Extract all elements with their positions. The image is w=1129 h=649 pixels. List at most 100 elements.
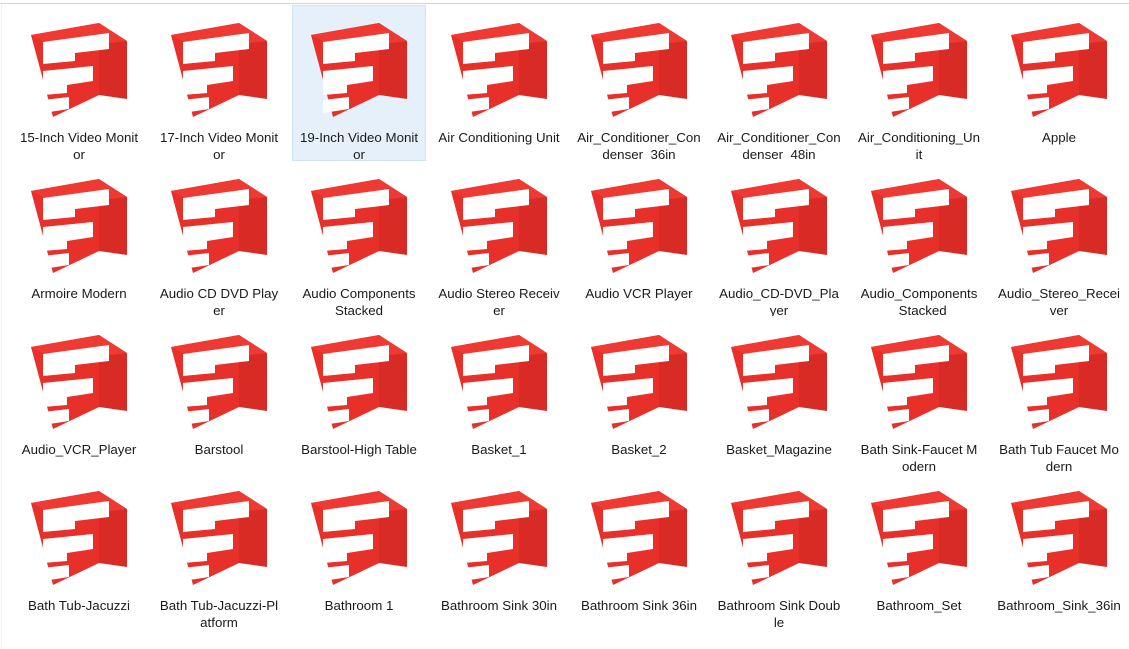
file-explorer-content-pane: 15-Inch Video Monitor 17-Inch Video Moni…	[0, 0, 1129, 649]
sketchup-file-icon	[19, 174, 139, 282]
file-name-label: Audio_CD-DVD_Player	[717, 286, 841, 316]
file-tile-3[interactable]: Air Conditioning Unit	[432, 5, 566, 161]
file-tile-29[interactable]: Bathroom Sink Double	[712, 473, 846, 629]
sketchup-file-icon	[579, 18, 699, 126]
sketchup-file-icon	[159, 174, 279, 282]
file-name-label: Air_Conditioner_Condenser_36in	[577, 130, 701, 160]
file-name-label: Audio Components Stacked	[297, 286, 421, 316]
file-tile-12[interactable]: Audio VCR Player	[572, 161, 706, 317]
file-name-label: Armoire Modern	[17, 286, 141, 303]
file-tile-18[interactable]: Barstool-High Table	[292, 317, 426, 473]
file-tile-20[interactable]: Basket_2	[572, 317, 706, 473]
file-name-label: Bathroom_Sink_36in	[997, 598, 1121, 615]
sketchup-file-icon	[859, 330, 979, 438]
file-name-label: Air Conditioning Unit	[437, 130, 561, 147]
sketchup-file-icon	[999, 174, 1119, 282]
file-name-label: Bathroom Sink Double	[717, 598, 841, 628]
file-name-label: Audio Stereo Receiver	[437, 286, 561, 316]
sketchup-file-icon	[299, 174, 419, 282]
file-name-label: Air_Conditioning_Unit	[857, 130, 981, 160]
file-tile-17[interactable]: Barstool	[152, 317, 286, 473]
sketchup-file-icon	[439, 174, 559, 282]
file-tile-2-selected[interactable]: 19-Inch Video Monitor	[292, 5, 426, 161]
file-tile-13[interactable]: Audio_CD-DVD_Player	[712, 161, 846, 317]
file-tile-15[interactable]: Audio_Stereo_Receiver	[992, 161, 1126, 317]
pane-left-divider	[1, 4, 2, 649]
sketchup-file-icon	[299, 18, 419, 126]
file-tile-11[interactable]: Audio Stereo Receiver	[432, 161, 566, 317]
file-name-label: Bathroom 1	[297, 598, 421, 615]
file-name-label: Apple	[997, 130, 1121, 147]
file-name-label: Audio_VCR_Player	[17, 442, 141, 459]
sketchup-file-icon	[859, 174, 979, 282]
file-name-label: 19-Inch Video Monitor	[297, 130, 421, 160]
file-tile-30[interactable]: Bathroom_Set	[852, 473, 986, 629]
sketchup-file-icon	[999, 18, 1119, 126]
file-tile-10[interactable]: Audio Components Stacked	[292, 161, 426, 317]
sketchup-file-icon	[439, 486, 559, 594]
sketchup-file-icon	[859, 486, 979, 594]
file-name-label: 17-Inch Video Monitor	[157, 130, 281, 160]
file-tile-1[interactable]: 17-Inch Video Monitor	[152, 5, 286, 161]
sketchup-file-icon	[579, 174, 699, 282]
sketchup-file-icon	[859, 18, 979, 126]
sketchup-file-icon	[579, 330, 699, 438]
file-tile-7[interactable]: Apple	[992, 5, 1126, 161]
file-name-label: Basket_2	[577, 442, 701, 459]
file-tile-27[interactable]: Bathroom Sink 30in	[432, 473, 566, 629]
file-tile-6[interactable]: Air_Conditioning_Unit	[852, 5, 986, 161]
file-tile-0[interactable]: 15-Inch Video Monitor	[12, 5, 146, 161]
file-tile-4[interactable]: Air_Conditioner_Condenser_36in	[572, 5, 706, 161]
file-name-label: Bath Tub-Jacuzzi-Platform	[157, 598, 281, 628]
sketchup-file-icon	[999, 486, 1119, 594]
file-name-label: Basket_Magazine	[717, 442, 841, 459]
file-tile-26[interactable]: Bathroom 1	[292, 473, 426, 629]
file-name-label: Bathroom_Set	[857, 598, 981, 615]
file-grid: 15-Inch Video Monitor 17-Inch Video Moni…	[12, 5, 1129, 629]
sketchup-file-icon	[719, 18, 839, 126]
sketchup-file-icon	[19, 330, 139, 438]
file-name-label: 15-Inch Video Monitor	[17, 130, 141, 160]
sketchup-file-icon	[299, 486, 419, 594]
sketchup-file-icon	[19, 486, 139, 594]
sketchup-file-icon	[719, 486, 839, 594]
sketchup-file-icon	[159, 486, 279, 594]
file-name-label: Basket_1	[437, 442, 561, 459]
sketchup-file-icon	[719, 174, 839, 282]
file-name-label: Bath Tub-Jacuzzi	[17, 598, 141, 615]
file-tile-24[interactable]: Bath Tub-Jacuzzi	[12, 473, 146, 629]
sketchup-file-icon	[579, 486, 699, 594]
file-name-label: Bathroom Sink 36in	[577, 598, 701, 615]
file-tile-21[interactable]: Basket_Magazine	[712, 317, 846, 473]
file-tile-14[interactable]: Audio_Components_Stacked	[852, 161, 986, 317]
sketchup-file-icon	[19, 18, 139, 126]
file-name-label: Air_Conditioner_Condenser_48in	[717, 130, 841, 160]
sketchup-file-icon	[439, 330, 559, 438]
file-name-label: Audio VCR Player	[577, 286, 701, 303]
sketchup-file-icon	[719, 330, 839, 438]
sketchup-file-icon	[999, 330, 1119, 438]
file-name-label: Bath Tub Faucet Modern	[997, 442, 1121, 472]
file-tile-8[interactable]: Armoire Modern	[12, 161, 146, 317]
sketchup-file-icon	[299, 330, 419, 438]
sketchup-file-icon	[439, 18, 559, 126]
file-tile-23[interactable]: Bath Tub Faucet Modern	[992, 317, 1126, 473]
file-name-label: Barstool-High Table	[297, 442, 421, 459]
file-tile-16[interactable]: Audio_VCR_Player	[12, 317, 146, 473]
file-name-label: Audio_Stereo_Receiver	[997, 286, 1121, 316]
file-tile-19[interactable]: Basket_1	[432, 317, 566, 473]
file-tile-9[interactable]: Audio CD DVD Player	[152, 161, 286, 317]
file-tile-22[interactable]: Bath Sink-Faucet Modern	[852, 317, 986, 473]
sketchup-file-icon	[159, 330, 279, 438]
file-name-label: Barstool	[157, 442, 281, 459]
file-tile-28[interactable]: Bathroom Sink 36in	[572, 473, 706, 629]
pane-top-divider	[0, 3, 1129, 4]
file-name-label: Bath Sink-Faucet Modern	[857, 442, 981, 472]
file-tile-31[interactable]: Bathroom_Sink_36in	[992, 473, 1126, 629]
file-name-label: Audio_Components_Stacked	[857, 286, 981, 316]
file-tile-5[interactable]: Air_Conditioner_Condenser_48in	[712, 5, 846, 161]
file-name-label: Bathroom Sink 30in	[437, 598, 561, 615]
file-name-label: Audio CD DVD Player	[157, 286, 281, 316]
file-tile-25[interactable]: Bath Tub-Jacuzzi-Platform	[152, 473, 286, 629]
sketchup-file-icon	[159, 18, 279, 126]
